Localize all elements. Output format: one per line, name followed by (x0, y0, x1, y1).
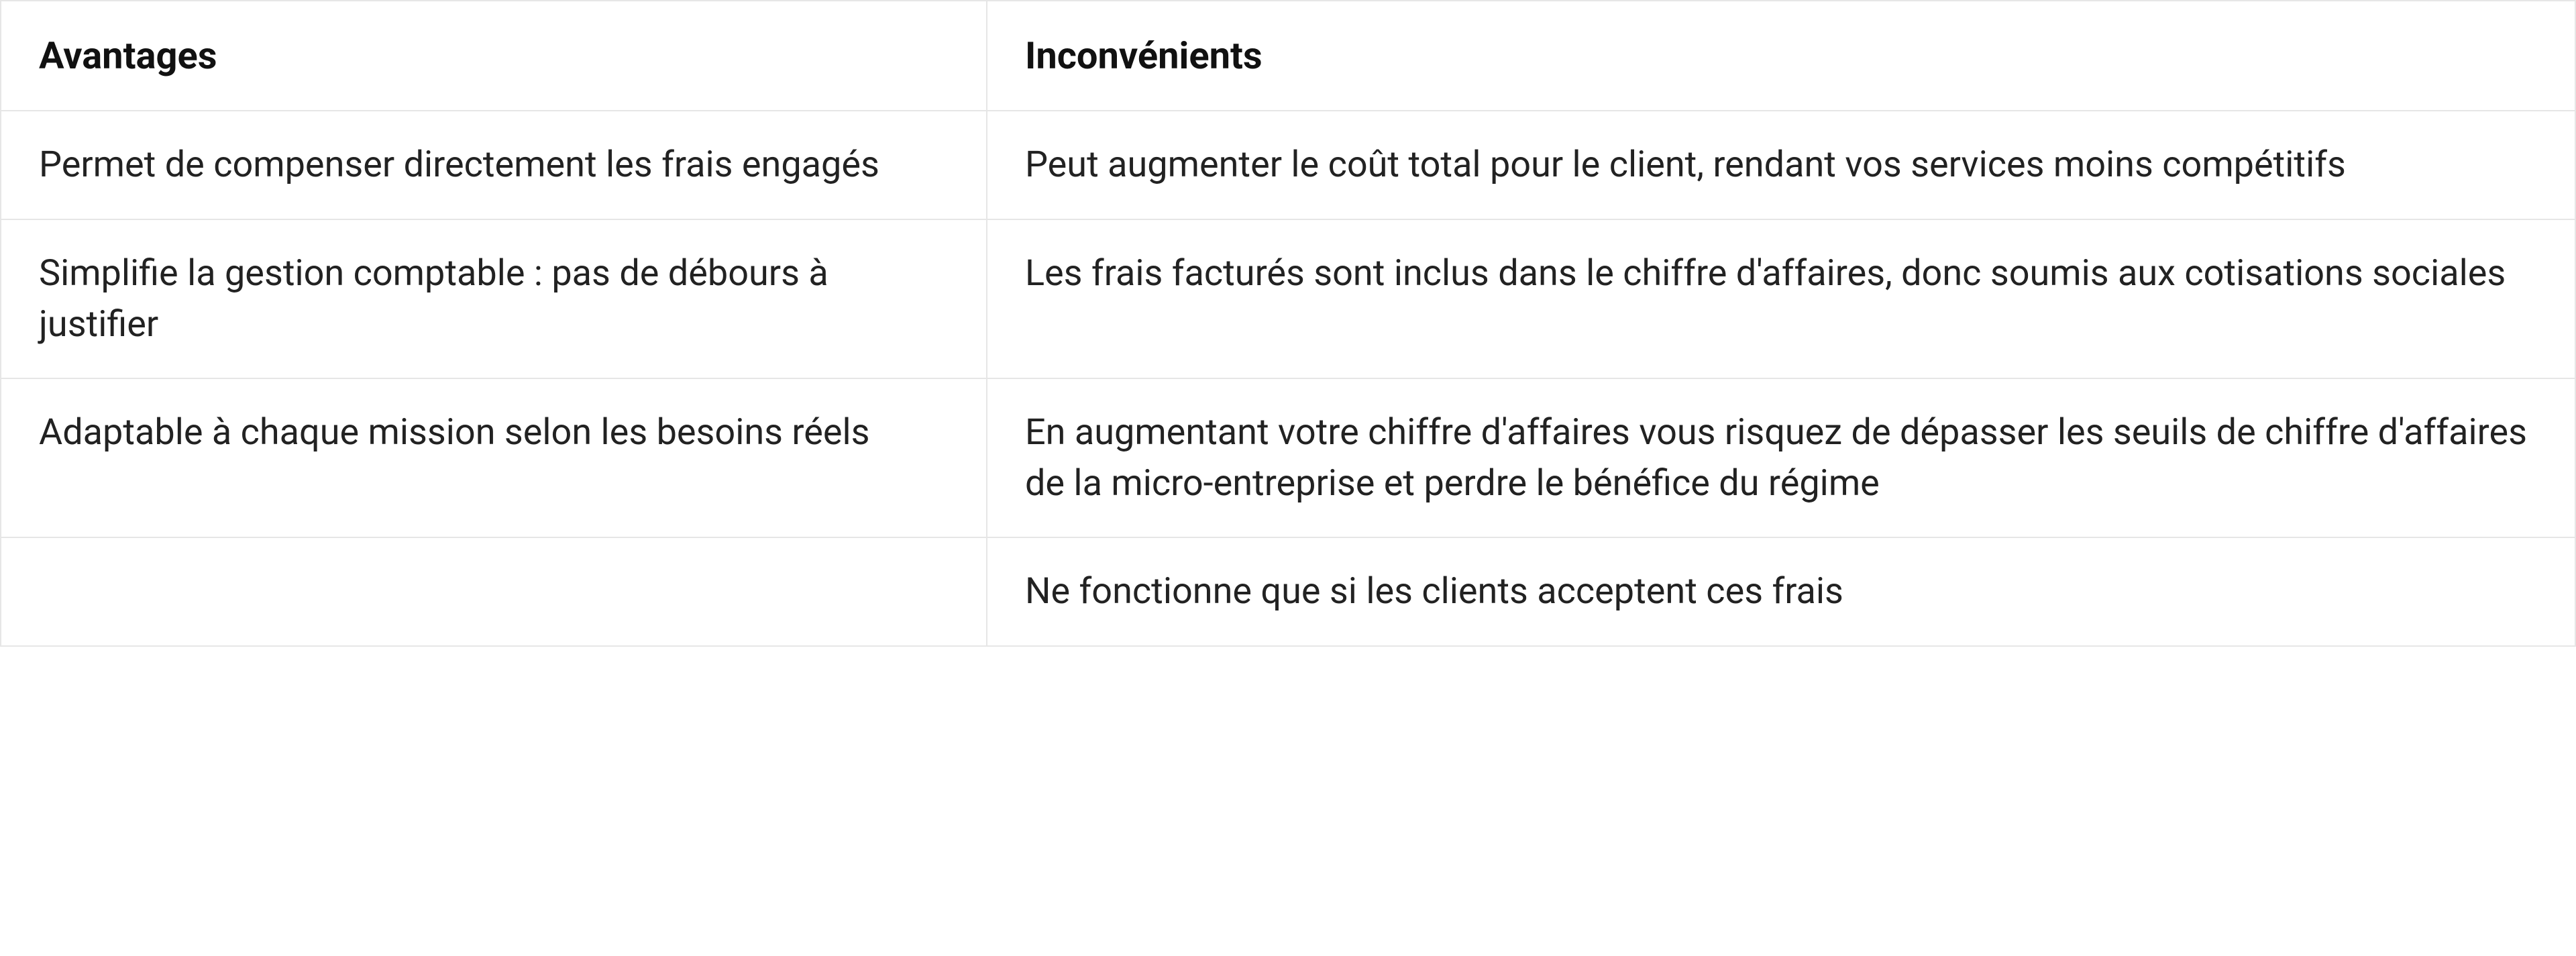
cell-disadvantage: Les frais facturés sont inclus dans le c… (987, 219, 2575, 378)
cell-advantage (1, 537, 987, 646)
cell-advantage: Simplifie la gestion comptable : pas de … (1, 219, 987, 378)
header-advantages: Avantages (1, 1, 987, 111)
comparison-table: Avantages Inconvénients Permet de compen… (0, 0, 2576, 647)
table-header-row: Avantages Inconvénients (1, 1, 2575, 111)
cell-disadvantage: Ne fonctionne que si les clients accepte… (987, 537, 2575, 646)
comparison-table-container: Avantages Inconvénients Permet de compen… (0, 0, 2576, 647)
cell-advantage: Permet de compenser directement les frai… (1, 111, 987, 219)
table-row: Permet de compenser directement les frai… (1, 111, 2575, 219)
table-row: Adaptable à chaque mission selon les bes… (1, 378, 2575, 537)
cell-disadvantage: Peut augmenter le coût total pour le cli… (987, 111, 2575, 219)
table-row: Ne fonctionne que si les clients accepte… (1, 537, 2575, 646)
cell-disadvantage: En augmentant votre chiffre d'affaires v… (987, 378, 2575, 537)
header-disadvantages: Inconvénients (987, 1, 2575, 111)
table-row: Simplifie la gestion comptable : pas de … (1, 219, 2575, 378)
cell-advantage: Adaptable à chaque mission selon les bes… (1, 378, 987, 537)
